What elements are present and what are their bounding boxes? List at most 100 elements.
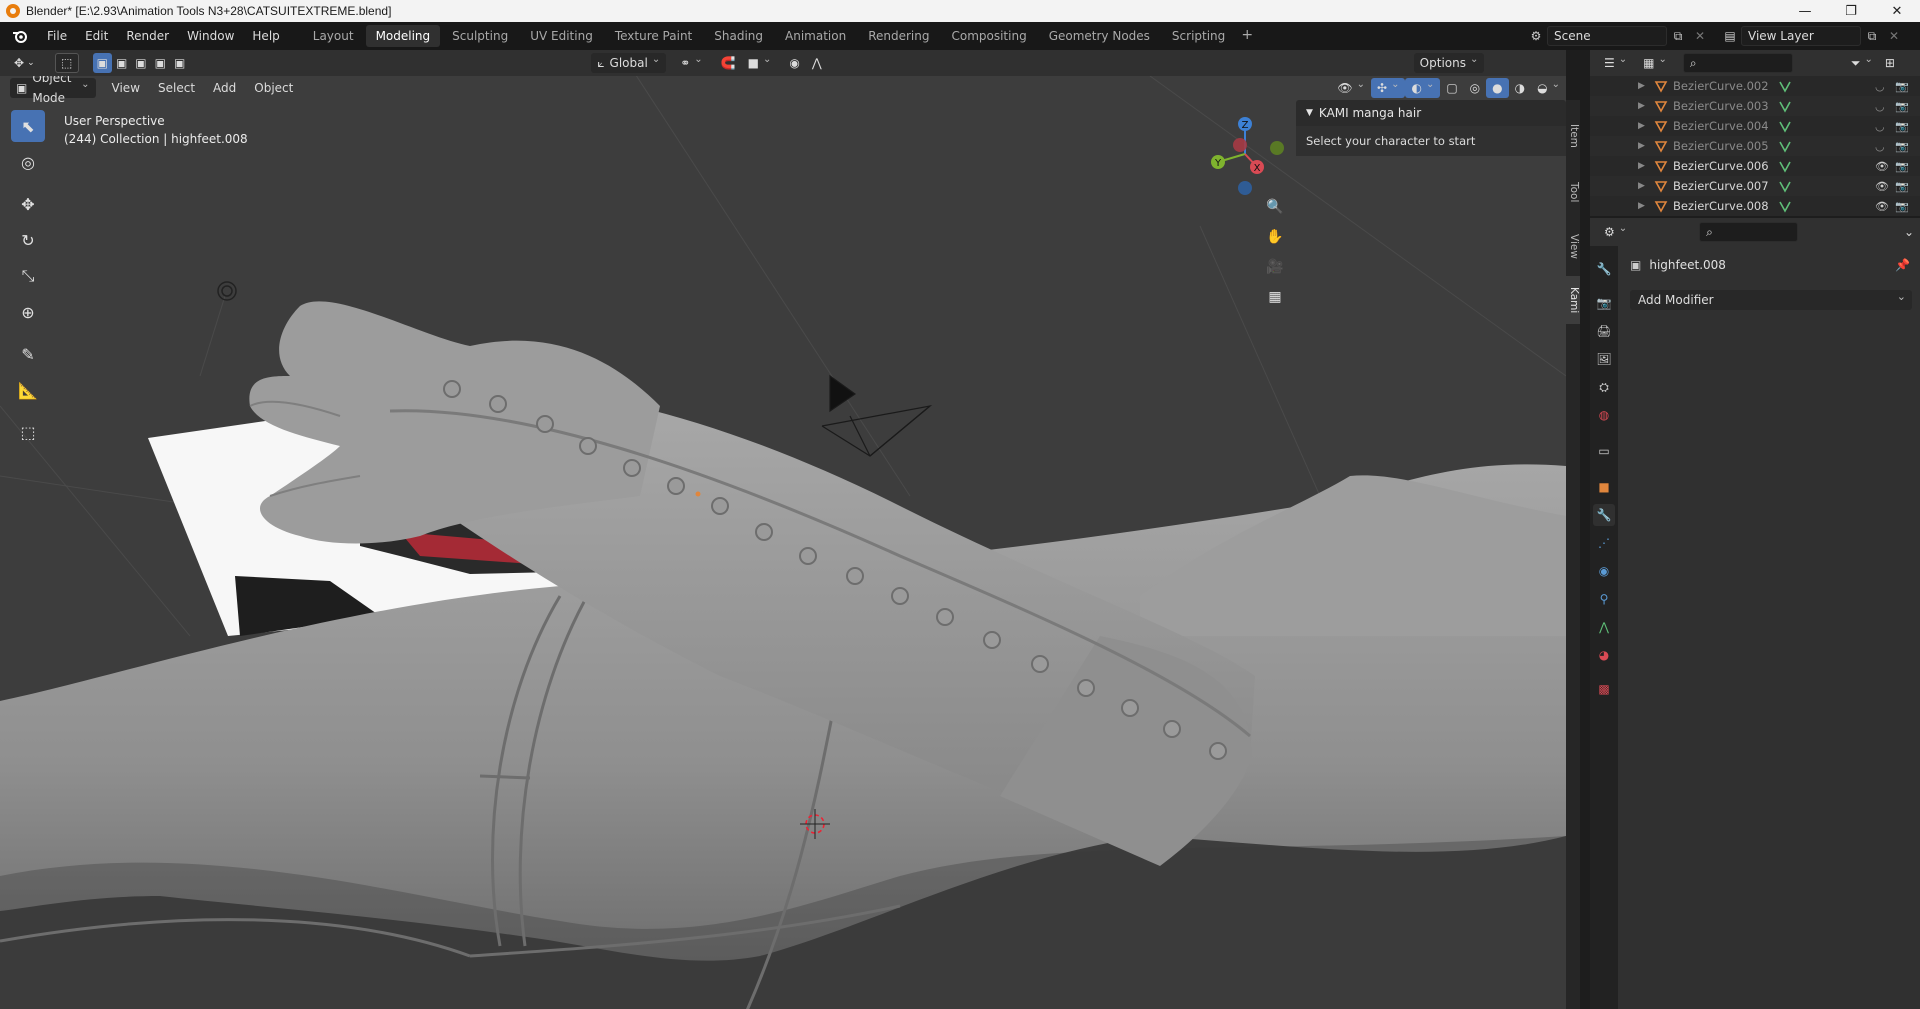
snap-toggle-icon[interactable]: 🧲: [715, 53, 742, 73]
curve-data-icon[interactable]: [1778, 179, 1792, 193]
tab-shading[interactable]: Shading: [704, 25, 773, 47]
display-mode-icon[interactable]: ▦: [1637, 53, 1673, 73]
minimize-button[interactable]: —: [1782, 0, 1828, 22]
expand-arrow-icon[interactable]: ▶: [1638, 161, 1645, 171]
outliner-item-name[interactable]: BezierCurve.004: [1673, 119, 1769, 133]
shading-wireframe-icon[interactable]: ◎: [1464, 78, 1486, 98]
tab-animation[interactable]: Animation: [775, 25, 856, 47]
visibility-eye-icon[interactable]: 👁: [1875, 160, 1889, 173]
properties-options-icon[interactable]: ⌄: [1898, 222, 1920, 242]
output-properties-icon[interactable]: 🖨: [1593, 320, 1615, 342]
expand-arrow-icon[interactable]: ▶: [1638, 201, 1645, 211]
object-mode-dropdown[interactable]: ▣ Object Mode: [10, 76, 96, 105]
menu-render[interactable]: Render: [117, 25, 178, 47]
collection-properties-icon[interactable]: ▭: [1593, 440, 1615, 462]
render-camera-icon[interactable]: 📷: [1895, 180, 1909, 193]
expand-arrow-icon[interactable]: ▶: [1638, 141, 1645, 151]
neg-y-axis-icon[interactable]: [1270, 141, 1284, 155]
new-view-layer-icon[interactable]: ⧉: [1861, 26, 1883, 46]
visibility-eye-icon[interactable]: ◡: [1875, 100, 1885, 113]
menu-add[interactable]: Add: [207, 78, 242, 98]
render-camera-icon[interactable]: 📷: [1895, 120, 1909, 133]
menu-file[interactable]: File: [38, 25, 76, 47]
pin-icon[interactable]: 📌: [1895, 258, 1910, 272]
select-tool-icon[interactable]: ⬚: [54, 53, 79, 73]
tab-view[interactable]: View: [1566, 224, 1580, 268]
neg-x-axis-icon[interactable]: [1233, 138, 1247, 152]
expand-arrow-icon[interactable]: ▶: [1638, 121, 1645, 131]
delete-view-layer-icon[interactable]: ✕: [1883, 26, 1905, 46]
pan-hand-icon[interactable]: ✋: [1262, 224, 1288, 250]
visibility-eye-icon[interactable]: ◡: [1875, 80, 1885, 93]
kami-panel-header[interactable]: ▼ KAMI manga hair: [1296, 100, 1566, 126]
view-layer-icon[interactable]: ▤: [1719, 26, 1741, 46]
select-mode-new-icon[interactable]: ▣: [92, 53, 112, 73]
render-properties-icon[interactable]: 📷: [1593, 292, 1615, 314]
select-mode-extend-icon[interactable]: ▣: [112, 53, 131, 73]
outliner-row[interactable]: ▶ BezierCurve.007 👁 📷: [1590, 176, 1920, 196]
constraint-properties-icon[interactable]: ⚲: [1593, 588, 1615, 610]
particle-properties-icon[interactable]: ⋰: [1593, 532, 1615, 554]
perspective-grid-icon[interactable]: ▦: [1262, 284, 1288, 310]
cursor-tool-icon[interactable]: ◎: [11, 146, 45, 178]
select-box-tool-icon[interactable]: ⬉: [11, 110, 45, 142]
outliner-row[interactable]: ▶ BezierCurve.002 ◡ 📷: [1590, 76, 1920, 96]
menu-object[interactable]: Object: [248, 78, 299, 98]
move-tool-icon[interactable]: ✥: [11, 188, 45, 220]
visibility-eye-icon[interactable]: ◡: [1875, 140, 1885, 153]
proportional-edit-icon[interactable]: ◉: [783, 53, 805, 73]
outliner-row[interactable]: ▶ BezierCurve.003 ◡ 📷: [1590, 96, 1920, 116]
overlay-toggle-icon[interactable]: ◐: [1405, 78, 1441, 98]
new-scene-icon[interactable]: ⧉: [1667, 26, 1689, 46]
camera-view-icon[interactable]: 🎥: [1262, 254, 1288, 280]
transform-tool-icon[interactable]: ⊕: [11, 296, 45, 328]
curve-data-icon[interactable]: [1778, 119, 1792, 133]
shading-material-icon[interactable]: ◑: [1509, 78, 1531, 98]
navigation-gizmo[interactable]: Z Y X: [1200, 112, 1290, 202]
modifier-properties-icon[interactable]: 🔧: [1593, 504, 1615, 526]
render-camera-icon[interactable]: 📷: [1895, 100, 1909, 113]
select-mode-intersect-icon[interactable]: ▣: [170, 53, 189, 73]
transform-orientation-dropdown[interactable]: ⟀ Global: [591, 53, 667, 73]
outliner-row[interactable]: ▶ BezierCurve.005 ◡ 📷: [1590, 136, 1920, 156]
tab-item[interactable]: Item: [1566, 112, 1580, 160]
curve-data-icon[interactable]: [1778, 159, 1792, 173]
data-properties-icon[interactable]: ⋀: [1593, 616, 1615, 638]
visibility-eye-icon[interactable]: 👁: [1875, 200, 1889, 213]
menu-help[interactable]: Help: [243, 25, 288, 47]
object-properties-icon[interactable]: ■: [1593, 476, 1615, 498]
tab-uv-editing[interactable]: UV Editing: [520, 25, 603, 47]
shading-solid-icon[interactable]: ●: [1486, 78, 1509, 98]
curve-data-icon[interactable]: [1778, 79, 1792, 93]
rotate-tool-icon[interactable]: ↻: [11, 224, 45, 256]
menu-edit[interactable]: Edit: [76, 25, 117, 47]
visibility-eye-icon[interactable]: ◡: [1875, 120, 1885, 133]
menu-select[interactable]: Select: [152, 78, 201, 98]
outliner-item-name[interactable]: BezierCurve.007: [1673, 179, 1769, 193]
outliner-item-name[interactable]: BezierCurve.008: [1673, 199, 1769, 213]
select-mode-invert-icon[interactable]: ▣: [151, 53, 170, 73]
add-workspace-icon[interactable]: +: [1237, 25, 1257, 45]
snap-target-dropdown[interactable]: ■: [742, 53, 778, 73]
shading-rendered-icon[interactable]: ◒: [1531, 78, 1566, 98]
expand-arrow-icon[interactable]: ▶: [1638, 181, 1645, 191]
visibility-eye-icon[interactable]: 👁: [1875, 180, 1889, 193]
tab-tool[interactable]: Tool: [1566, 170, 1580, 214]
expand-arrow-icon[interactable]: ▶: [1638, 101, 1645, 111]
properties-editor-type-icon[interactable]: ⚙: [1598, 222, 1633, 242]
expand-arrow-icon[interactable]: ▶: [1638, 81, 1645, 91]
options-dropdown[interactable]: Options: [1413, 53, 1485, 73]
outliner-row[interactable]: ▶ BezierCurve.006 👁 📷: [1590, 156, 1920, 176]
restore-button[interactable]: ❐: [1828, 0, 1874, 22]
tab-sculpting[interactable]: Sculpting: [442, 25, 518, 47]
tab-rendering[interactable]: Rendering: [858, 25, 939, 47]
scene-name-field[interactable]: Scene: [1547, 26, 1667, 46]
curve-data-icon[interactable]: [1778, 99, 1792, 113]
material-properties-icon[interactable]: ◕: [1593, 644, 1615, 666]
view-layer-properties-icon[interactable]: 🖼: [1593, 348, 1615, 370]
delete-scene-icon[interactable]: ✕: [1689, 26, 1711, 46]
outliner-item-name[interactable]: BezierCurve.003: [1673, 99, 1769, 113]
tab-texture-paint[interactable]: Texture Paint: [605, 25, 702, 47]
render-camera-icon[interactable]: 📷: [1895, 200, 1909, 213]
tab-layout[interactable]: Layout: [303, 25, 364, 47]
